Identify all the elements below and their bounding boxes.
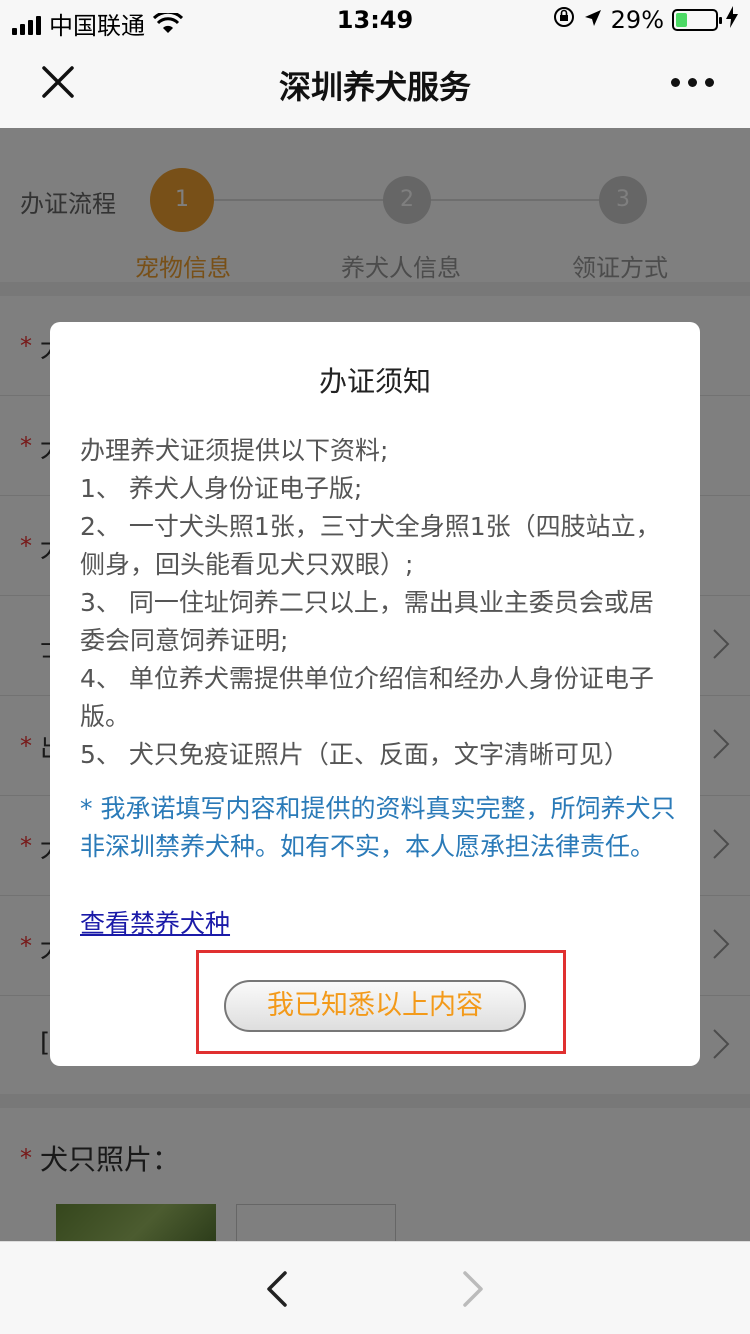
acknowledge-button[interactable]: 我已知悉以上内容 [224,980,526,1032]
prohibited-breeds-link[interactable]: 查看禁养犬种 [80,904,230,940]
chevron-left-icon[interactable] [264,1270,288,1308]
dialog-body: 办理养犬证须提供以下资料; 1、 养犬人身份证电子版; 2、 一寸犬头照1张，三… [80,432,676,774]
browser-toolbar [0,1241,750,1334]
requirement-item: 1、 养犬人身份证电子版; [80,474,363,503]
requirements-intro: 办理养犬证须提供以下资料; [80,436,389,465]
requirement-item: 5、 犬只免疫证照片（正、反面，文字清晰可见） [80,740,629,769]
nav-bar: 深圳养犬服务 [0,40,750,128]
status-bar: 中国联通 13:49 29% [0,0,750,40]
status-right: 29% [553,6,738,34]
chevron-right-icon[interactable] [462,1270,486,1308]
location-icon [583,6,603,34]
battery-icon [672,9,722,31]
requirement-item: 4、 单位养犬需提供单位介绍信和经办人身份证电子版。 [80,664,654,731]
more-icon[interactable] [671,78,714,87]
page-title: 深圳养犬服务 [278,68,471,106]
commitment-notice: * 我承诺填写内容和提供的资料真实完整，所饲养犬只非深圳禁养犬种。如有不实，本人… [80,794,676,861]
charging-icon [726,6,738,34]
dialog-title: 办证须知 [318,365,431,398]
requirement-item: 3、 同一住址饲养二只以上，需出具业主委员会或居委会同意饲养证明; [80,588,654,655]
battery-percent: 29% [610,6,664,34]
notice-dialog: 办证须知 办理养犬证须提供以下资料; 1、 养犬人身份证电子版; 2、 一寸犬头… [50,322,700,1066]
rotation-lock-icon [553,6,575,34]
requirement-item: 2、 一寸犬头照1张，三寸犬全身照1张（四肢站立，侧身，回头能看见犬只双眼）; [80,512,661,579]
